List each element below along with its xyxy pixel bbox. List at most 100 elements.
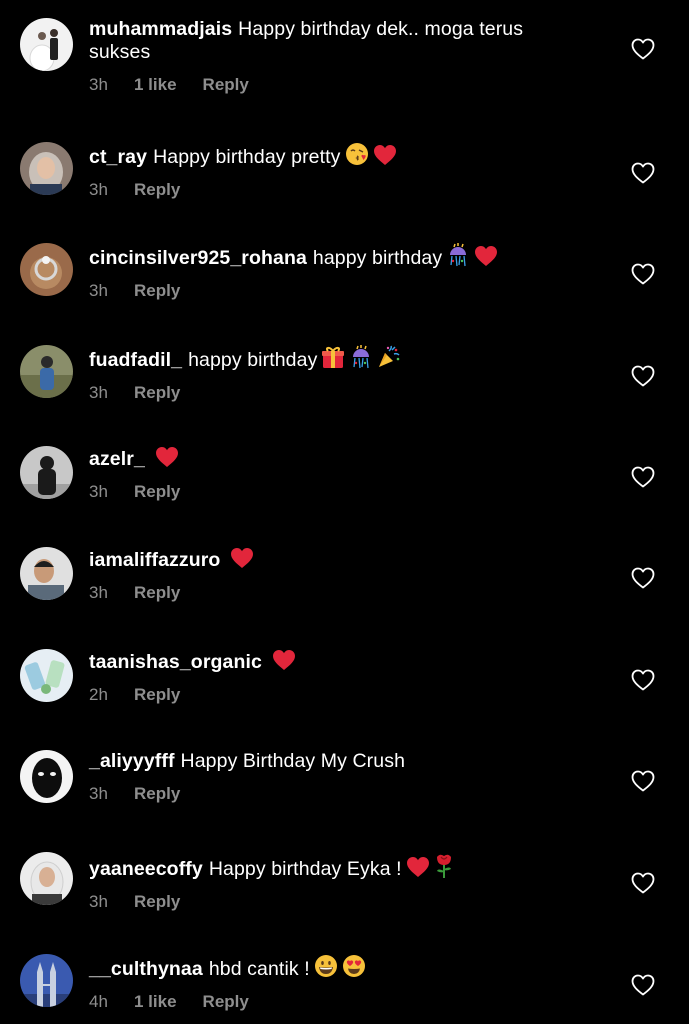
reply-button[interactable]: Reply xyxy=(203,992,249,1012)
avatar[interactable] xyxy=(20,750,73,803)
comment-time: 3h xyxy=(89,180,108,199)
avatar[interactable] xyxy=(20,954,73,1007)
heart-outline-icon xyxy=(631,669,655,691)
comment-time: 2h xyxy=(89,685,108,704)
comment-meta: 3h Reply xyxy=(89,892,569,912)
reply-button[interactable]: Reply xyxy=(134,583,180,603)
comment-body: __culthynaa hbd cantik ! 4h 1 like Reply xyxy=(89,954,569,1012)
hijab-woman-photo-icon xyxy=(20,142,73,195)
comment-username[interactable]: ct_ray xyxy=(89,146,147,168)
confetti-ball-icon xyxy=(349,345,373,369)
comment-meta: 3h Reply xyxy=(89,383,569,403)
like-button[interactable] xyxy=(631,263,655,285)
comment-text: ct_ray Happy birthday pretty xyxy=(89,142,569,169)
comment-text: __culthynaa hbd cantik ! xyxy=(89,954,569,981)
reply-button[interactable]: Reply xyxy=(134,482,180,502)
reply-button[interactable]: Reply xyxy=(134,784,180,804)
avatar[interactable] xyxy=(20,345,73,398)
mask-photo-icon xyxy=(20,750,73,803)
comment-body: cincinsilver925_rohana happy birthday 3h R… xyxy=(89,243,569,301)
comment-text: _aliyyyfff Happy Birthday My Crush xyxy=(89,750,569,773)
comment-body: _aliyyyfff Happy Birthday My Crush 3h Repl… xyxy=(89,750,569,804)
silver-ring-photo-icon xyxy=(20,243,73,296)
comment-time: 3h xyxy=(89,784,108,803)
comment-meta: 3h Reply xyxy=(89,583,569,603)
comment-message: Happy birthday Eyka ! xyxy=(208,858,402,880)
comment-username[interactable]: __culthynaa xyxy=(89,958,203,980)
comment-username[interactable]: taanishas_organic xyxy=(89,651,262,673)
avatar[interactable] xyxy=(20,547,73,600)
reply-button[interactable]: Reply xyxy=(134,281,180,301)
comment-meta: 3h Reply xyxy=(89,784,569,804)
heart-eyes-face-icon xyxy=(342,954,366,978)
comment-message: Happy birthday pretty xyxy=(153,146,341,168)
man-outdoor-photo-icon xyxy=(20,345,73,398)
avatar[interactable] xyxy=(20,649,73,702)
comment-body: muhammadjais Happy birthday dek.. moga te… xyxy=(89,18,569,95)
comment-likes[interactable]: 1 like xyxy=(134,75,177,95)
reply-button[interactable]: Reply xyxy=(134,383,180,403)
comment-text: yaaneecoffy Happy birthday Eyka ! xyxy=(89,852,569,881)
reply-button[interactable]: Reply xyxy=(134,892,180,912)
heart-outline-icon xyxy=(631,365,655,387)
comment-body: taanishas_organic 2h Reply xyxy=(89,649,569,705)
like-button[interactable] xyxy=(631,38,655,60)
comment-message: happy birthday xyxy=(188,349,318,371)
comment-username[interactable]: iamaliffazzuro xyxy=(89,549,220,571)
comment-username[interactable]: muhammadjais xyxy=(89,18,232,40)
kissing-face-icon xyxy=(345,142,369,166)
like-button[interactable] xyxy=(631,669,655,691)
reply-button[interactable]: Reply xyxy=(203,75,249,95)
avatar[interactable] xyxy=(20,18,73,71)
comment-text: cincinsilver925_rohana happy birthday xyxy=(89,243,569,270)
heart-outline-icon xyxy=(631,974,655,996)
comments-list: muhammadjais Happy birthday dek.. moga te… xyxy=(0,0,689,1024)
heart-outline-icon xyxy=(631,162,655,184)
reply-button[interactable]: Reply xyxy=(134,180,180,200)
gift-icon xyxy=(321,345,345,369)
comment-body: fuadfadil_ happy birthday 3h Reply xyxy=(89,345,569,403)
hijab-woman-photo-icon xyxy=(20,852,73,905)
comment-meta: 3h 1 like Reply xyxy=(89,75,569,95)
comment-body: iamaliffazzuro 3h Reply xyxy=(89,547,569,603)
comment-time: 3h xyxy=(89,892,108,911)
avatar[interactable] xyxy=(20,142,73,195)
like-button[interactable] xyxy=(631,872,655,894)
comment-meta: 3h Reply xyxy=(89,180,569,200)
like-button[interactable] xyxy=(631,162,655,184)
comment-text: muhammadjais Happy birthday dek.. moga te… xyxy=(89,18,569,64)
like-button[interactable] xyxy=(631,567,655,589)
rose-icon xyxy=(434,852,454,878)
red-heart-icon xyxy=(373,144,397,166)
red-heart-icon xyxy=(474,245,498,267)
reply-button[interactable]: Reply xyxy=(134,685,180,705)
comment-username[interactable]: cincinsilver925_rohana xyxy=(89,247,307,269)
organic-products-photo-icon xyxy=(20,649,73,702)
comment-message: hbd cantik ! xyxy=(208,958,310,980)
comment-likes[interactable]: 1 like xyxy=(134,992,177,1012)
comment-meta: 2h Reply xyxy=(89,685,569,705)
red-heart-icon xyxy=(230,547,254,569)
like-button[interactable] xyxy=(631,466,655,488)
like-button[interactable] xyxy=(631,974,655,996)
avatar[interactable] xyxy=(20,446,73,499)
comment-body: ct_ray Happy birthday pretty 3h Reply xyxy=(89,142,569,200)
comment-username[interactable]: fuadfadil_ xyxy=(89,349,182,371)
like-button[interactable] xyxy=(631,770,655,792)
wedding-couple-photo-icon xyxy=(20,18,73,71)
confetti-ball-icon xyxy=(446,243,470,267)
comment-time: 3h xyxy=(89,75,108,94)
heart-outline-icon xyxy=(631,567,655,589)
comment-meta: 3h Reply xyxy=(89,281,569,301)
like-button[interactable] xyxy=(631,365,655,387)
comment-username[interactable]: azelr_ xyxy=(89,448,145,470)
avatar[interactable] xyxy=(20,243,73,296)
comment-body: yaaneecoffy Happy birthday Eyka ! 3h Reply xyxy=(89,852,569,912)
avatar[interactable] xyxy=(20,852,73,905)
red-heart-icon xyxy=(155,446,179,468)
comment-username[interactable]: yaaneecoffy xyxy=(89,858,203,880)
comment-body: azelr_ 3h Reply xyxy=(89,446,569,502)
comment-username[interactable]: _aliyyyfff xyxy=(89,750,175,772)
heart-outline-icon xyxy=(631,770,655,792)
comment-meta: 3h Reply xyxy=(89,482,569,502)
